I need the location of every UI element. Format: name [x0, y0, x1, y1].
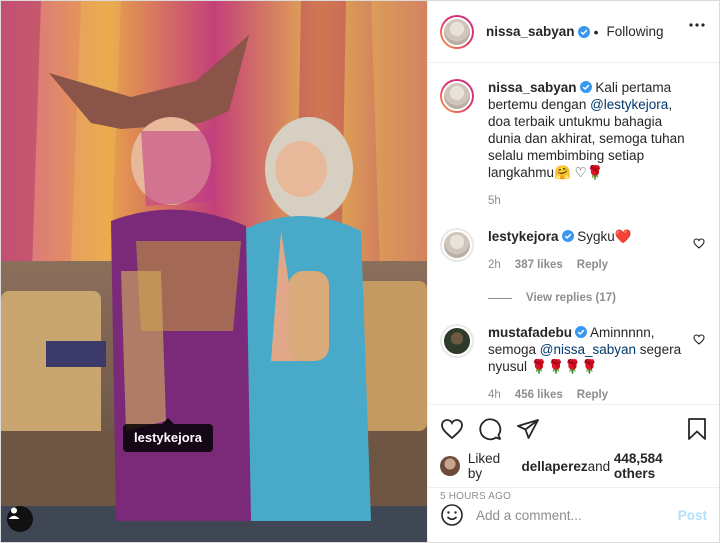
caption-time[interactable]: 5h: [488, 193, 501, 210]
comment-input[interactable]: [476, 507, 678, 523]
verified-badge-icon: [577, 25, 590, 38]
liked-by-prefix: Liked by: [467, 451, 501, 481]
comment-time[interactable]: 4h: [488, 387, 501, 404]
post-details-panel: nissa_sabyan • Following nissa_sabyan Ka…: [427, 1, 719, 542]
comments-list: nissa_sabyan Kali pertama bertemu dengan…: [428, 63, 719, 404]
share-icon: [517, 419, 539, 439]
liker-avatar[interactable]: [440, 456, 460, 476]
comment-time[interactable]: 2h: [488, 257, 501, 274]
instagram-post-modal: lestykejora nissa_sabyan • Following nis…: [0, 0, 720, 543]
comment-likes-count[interactable]: 456 likes: [515, 387, 563, 404]
comment-item: mustafadebu Aminnnnn, semoga @nissa_saby…: [440, 324, 707, 404]
emoji-icon[interactable]: [440, 503, 464, 527]
comment-likes-count[interactable]: 387 likes: [515, 257, 563, 274]
commenter-avatar[interactable]: [440, 228, 474, 262]
comment-body: Sygku❤️: [573, 229, 632, 244]
person-icon: [8, 507, 20, 519]
caption: nissa_sabyan Kali pertama bertemu dengan…: [440, 79, 707, 210]
bookmark-icon: [688, 418, 706, 440]
liked-by-others-link[interactable]: 448,584 others: [614, 451, 707, 481]
user-tag-icon[interactable]: [7, 506, 33, 532]
liked-by-user-link[interactable]: dellaperez: [522, 459, 588, 474]
liked-by-summary: Liked by dellaperez and 448,584 others: [440, 451, 707, 481]
photo-tag-label[interactable]: lestykejora: [123, 418, 213, 452]
divider-line: [488, 297, 512, 299]
caption-mention-link[interactable]: @lestykejora: [590, 97, 668, 112]
more-options-icon[interactable]: [689, 23, 705, 27]
comment-composer: Post: [428, 487, 719, 542]
comment-heart-icon[interactable]: [693, 334, 705, 345]
save-button[interactable]: [687, 417, 707, 441]
commenter-username[interactable]: lestykejora: [488, 229, 559, 244]
caption-text: nissa_sabyan Kali pertama bertemu dengan…: [488, 79, 696, 181]
comment-mention-link[interactable]: @nissa_sabyan: [540, 342, 636, 357]
commenter-username[interactable]: mustafadebu: [488, 325, 572, 340]
comment-text: mustafadebu Aminnnnn, semoga @nissa_saby…: [488, 324, 696, 375]
separator-dot: •: [593, 23, 599, 40]
follow-status-button[interactable]: Following: [606, 24, 663, 39]
comment-item: lestykejora Sygku❤️ 2h 387 likes Reply: [440, 228, 707, 274]
view-replies-button[interactable]: View replies (17): [488, 292, 707, 304]
comment-heart-icon[interactable]: [693, 238, 705, 249]
comment-icon: [479, 418, 502, 441]
comment-reply-button[interactable]: Reply: [577, 387, 608, 404]
author-avatar[interactable]: [440, 14, 474, 49]
photo-illustration: [1, 1, 427, 542]
comment-text: lestykejora Sygku❤️: [488, 228, 696, 245]
action-icons-row: [440, 411, 707, 447]
like-button[interactable]: [440, 418, 464, 440]
post-comment-button[interactable]: Post: [678, 508, 707, 523]
verified-badge-icon: [579, 81, 592, 93]
liked-by-middle: and: [587, 458, 611, 474]
verified-badge-icon: [575, 326, 588, 338]
post-header: nissa_sabyan • Following: [428, 1, 719, 63]
caption-avatar[interactable]: [440, 79, 474, 113]
verified-badge-icon: [561, 230, 574, 242]
view-replies-label: View replies (17): [526, 292, 616, 304]
caption-username[interactable]: nissa_sabyan: [488, 80, 577, 95]
share-button[interactable]: [516, 418, 540, 440]
author-username[interactable]: nissa_sabyan: [486, 24, 575, 39]
commenter-avatar[interactable]: [440, 324, 474, 358]
comment-reply-button[interactable]: Reply: [577, 257, 608, 274]
heart-icon: [441, 419, 463, 440]
post-photo[interactable]: lestykejora: [1, 1, 427, 542]
comment-button[interactable]: [478, 417, 502, 441]
